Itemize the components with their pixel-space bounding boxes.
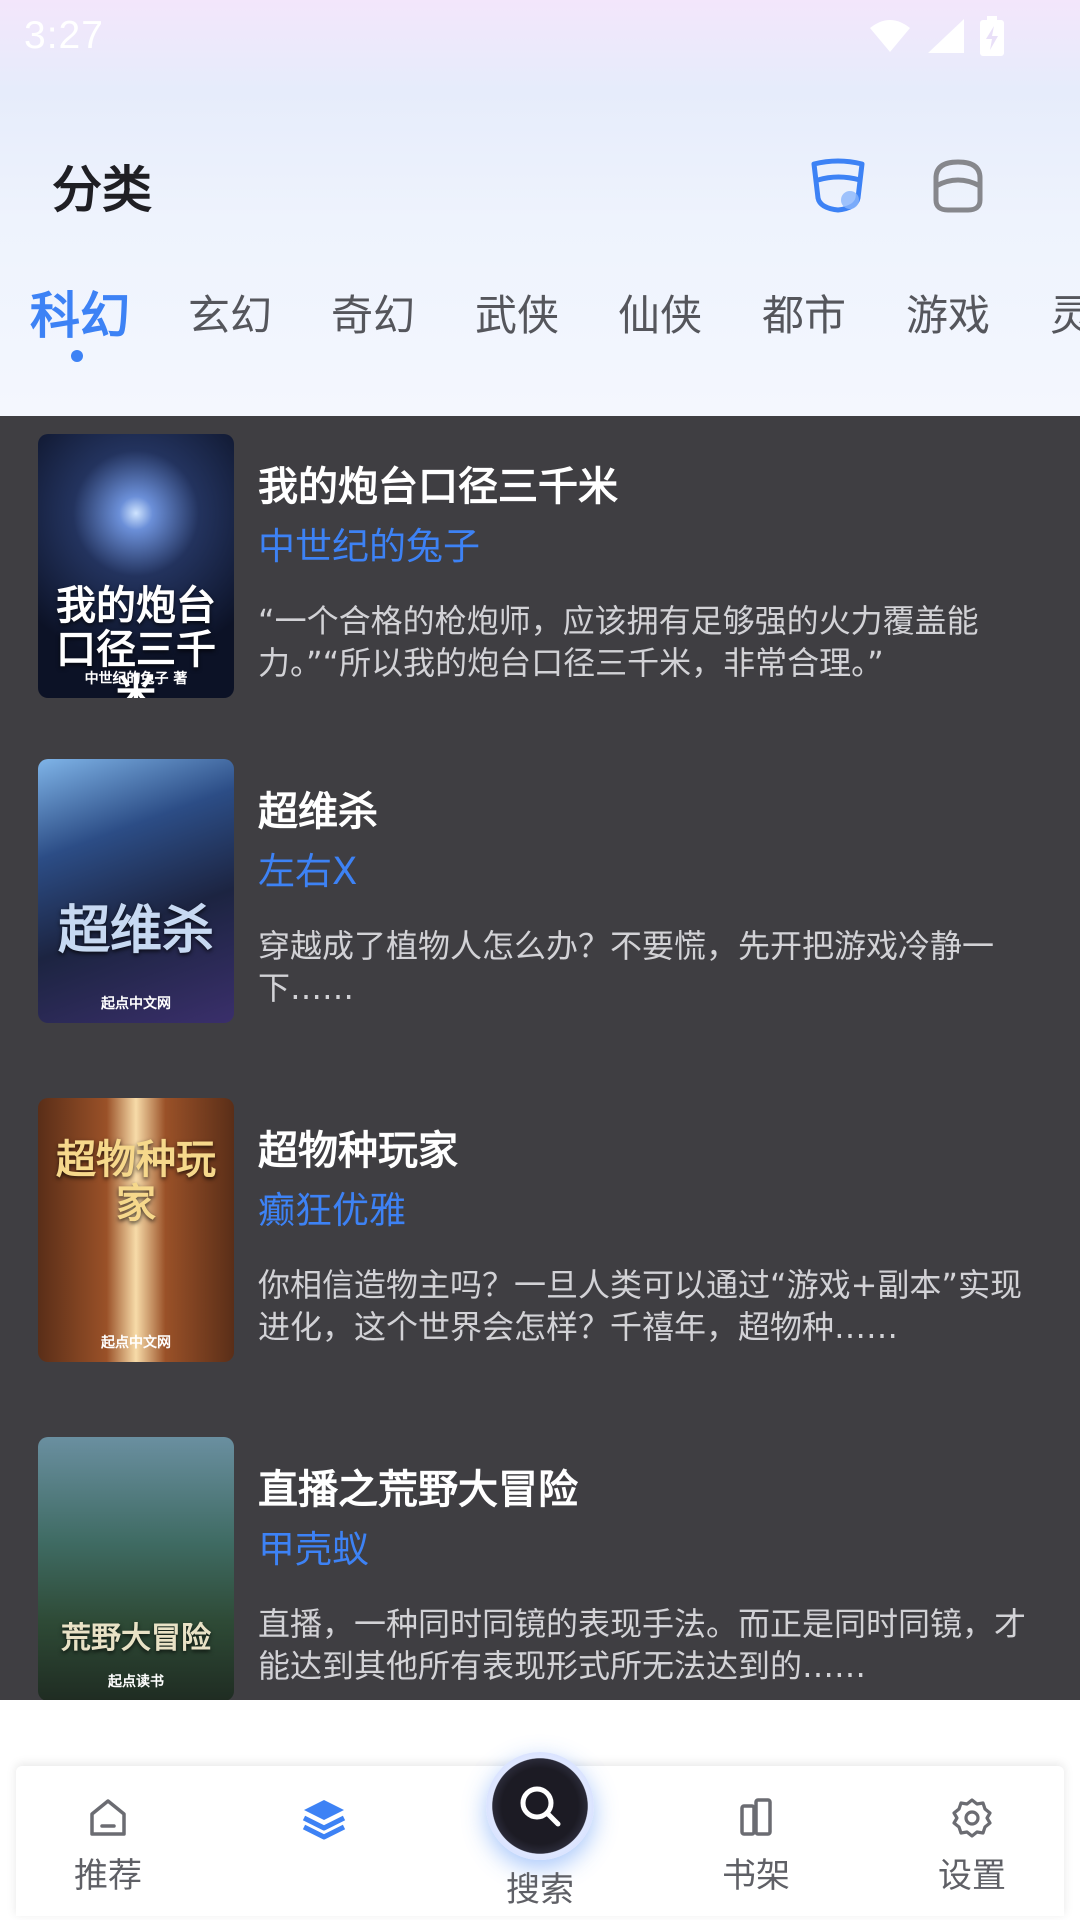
status-icons <box>868 16 1004 56</box>
theme-toggle-button[interactable] <box>808 156 868 216</box>
book-cover: 我的炮台口径三千米 中世纪的兔子 著 <box>38 434 234 698</box>
active-tab-indicator <box>71 350 83 362</box>
status-time: 3:27 <box>24 14 104 57</box>
cover-publisher: 起点中文网 <box>101 1335 171 1351</box>
book-author[interactable]: 甲壳蚁 <box>258 1519 369 1573</box>
bookshelf-icon <box>740 1798 772 1836</box>
nav-recommend[interactable]: 推荐 <box>38 1796 178 1897</box>
nav-settings[interactable]: 设置 <box>902 1796 1042 1897</box>
book-title: 我的炮台口径三千米 <box>258 464 618 510</box>
battery-icon <box>980 16 1004 56</box>
book-cover: 超维杀 起点中文网 <box>38 759 234 1023</box>
book-title: 超维杀 <box>258 789 378 835</box>
cover-publisher: 起点读书 <box>108 1674 164 1690</box>
book-list[interactable]: 我的炮台口径三千米 中世纪的兔子 著 我的炮台口径三千米 中世纪的兔子 “一个合… <box>0 416 1080 1700</box>
layers-icon <box>302 1800 346 1840</box>
tab-youxi[interactable]: 游戏 <box>906 282 990 343</box>
book-item[interactable]: 荒野大冒险 起点读书 直播之荒野大冒险 甲壳蚁 直播，一种同时同镜的表现手法。而… <box>0 1437 1080 1700</box>
book-item[interactable]: 超维杀 起点中文网 超维杀 左右X 穿越成了植物人怎么办？不要慌，先开把游戏冷静… <box>0 759 1080 1059</box>
book-item[interactable]: 我的炮台口径三千米 中世纪的兔子 著 我的炮台口径三千米 中世纪的兔子 “一个合… <box>0 434 1080 734</box>
book-title: 直播之荒野大冒险 <box>258 1467 578 1513</box>
tab-sci-fi[interactable]: 科幻 <box>30 282 130 348</box>
book-author[interactable]: 癫狂优雅 <box>258 1180 406 1234</box>
book-cover: 荒野大冒险 起点读书 <box>38 1437 234 1700</box>
search-icon <box>520 1786 561 1827</box>
nav-search-label[interactable]: 搜索 <box>470 1862 610 1911</box>
book-title: 超物种玩家 <box>258 1128 458 1174</box>
book-author[interactable]: 左右X <box>258 841 357 895</box>
cover-title: 超物种玩家 <box>56 1137 216 1227</box>
tab-ling[interactable]: 灵 <box>1050 282 1080 343</box>
signal-icon <box>928 19 964 53</box>
category-tabs: 科幻 玄幻 奇幻 武侠 仙侠 都市 游戏 灵 <box>0 282 1080 372</box>
tab-xianxia[interactable]: 仙侠 <box>618 282 702 343</box>
cover-title: 荒野大冒险 <box>61 1621 211 1656</box>
tab-wuxia[interactable]: 武侠 <box>475 282 559 343</box>
book-description: “一个合格的枪炮师，应该拥有足够强的火力覆盖能力。”“所以我的炮台口径三千米，非… <box>258 602 979 682</box>
page-title: 分类 <box>52 161 152 219</box>
nav-label: 设置 <box>938 1856 1006 1896</box>
cover-publisher: 起点中文网 <box>101 996 171 1012</box>
book-item[interactable]: 超物种玩家 起点中文网 超物种玩家 癫狂优雅 你相信造物主吗？一旦人类可以通过“… <box>0 1098 1080 1398</box>
wifi-icon <box>870 20 910 52</box>
nav-label: 书架 <box>722 1856 790 1896</box>
header: 3:27 分类 科幻 玄幻 奇幻 武侠 仙侠 都市 游戏 灵 <box>0 0 1080 416</box>
profile-button[interactable] <box>928 156 988 216</box>
cover-publisher: 中世纪的兔子 著 <box>84 671 188 687</box>
book-description: 你相信造物主吗？一旦人类可以通过“游戏+副本”实现进化，这个世界会怎样？千禧年，… <box>258 1266 1022 1346</box>
nav-bookshelf[interactable]: 书架 <box>686 1796 826 1897</box>
search-button[interactable] <box>486 1752 594 1860</box>
nav-category[interactable] <box>254 1796 394 1852</box>
cover-title: 超维杀 <box>57 901 214 961</box>
book-cover: 超物种玩家 起点中文网 <box>38 1098 234 1362</box>
book-description: 穿越成了植物人怎么办？不要慌，先开把游戏冷静一下…… <box>258 927 995 1007</box>
nav-label: 推荐 <box>74 1856 142 1896</box>
book-description: 直播，一种同时同镜的表现手法。而正是同时同镜，才能达到其他所有表现形式所无法达到… <box>258 1605 1027 1685</box>
tab-dushi[interactable]: 都市 <box>762 282 846 343</box>
book-author[interactable]: 中世纪的兔子 <box>258 516 480 570</box>
status-bar: 3:27 <box>0 0 1080 72</box>
home-icon <box>90 1799 126 1836</box>
tab-qihuan[interactable]: 奇幻 <box>331 282 415 343</box>
gear-icon <box>952 1798 992 1838</box>
face-icon <box>933 159 983 213</box>
tab-xuanhuan[interactable]: 玄幻 <box>188 282 272 343</box>
theme-icon <box>811 158 865 213</box>
